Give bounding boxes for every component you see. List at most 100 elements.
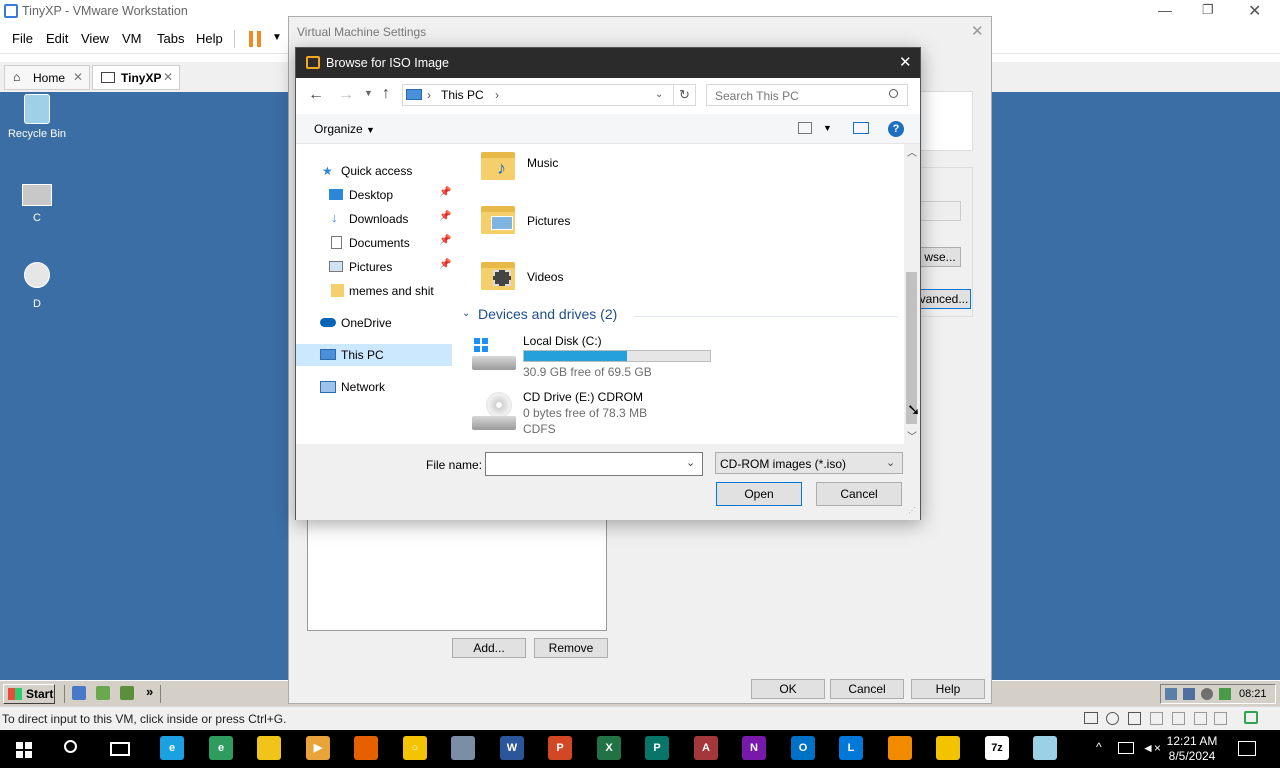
lync-icon[interactable]: L (839, 736, 863, 760)
iso-path-select[interactable] (919, 201, 961, 221)
folder-item-music[interactable]: ♪ Music (481, 144, 781, 184)
task-view-icon[interactable] (110, 742, 130, 756)
tray-vm-icon[interactable] (1165, 688, 1177, 700)
status-display-icon[interactable] (1214, 712, 1227, 725)
desktop-icon-c[interactable]: C (2, 184, 72, 224)
nav-desktop[interactable]: Desktop 📌 (296, 184, 452, 206)
nav-documents[interactable]: Documents 📌 (296, 232, 452, 254)
start-button[interactable]: Start (3, 684, 55, 704)
address-dropdown-icon[interactable]: ⌄ (655, 89, 663, 100)
onenote-icon[interactable]: N (742, 736, 766, 760)
vm-settings-close-button[interactable]: ✕ (971, 22, 984, 40)
recent-locations-icon[interactable]: ▼ (364, 88, 373, 98)
nav-onedrive[interactable]: OneDrive (296, 312, 452, 334)
clock[interactable]: 12:21 AM 8/5/2024 (1162, 734, 1222, 764)
status-message-icon[interactable] (1244, 711, 1258, 724)
pause-icon[interactable] (249, 31, 262, 47)
scroll-up-icon[interactable]: ︿ (907, 144, 917, 159)
nav-network[interactable]: Network (296, 376, 452, 398)
desktop-icon-d[interactable]: D (2, 262, 72, 310)
windows-start-icon[interactable] (16, 742, 32, 758)
menu-vm[interactable]: VM (122, 31, 142, 46)
folder-item-pictures[interactable]: Pictures (481, 198, 781, 238)
search-field[interactable]: Search This PC (706, 84, 908, 106)
tray-network-icon[interactable] (1183, 688, 1195, 700)
add-hardware-button[interactable]: Add... (452, 638, 526, 658)
quicklaunch-tool-icon[interactable] (120, 686, 134, 700)
restore-button[interactable]: ❐ (1202, 2, 1214, 18)
tray-volume-icon[interactable] (1201, 688, 1213, 700)
publisher-icon[interactable]: P (645, 736, 669, 760)
quicklaunch-app-icon[interactable] (96, 686, 110, 700)
firefox-icon[interactable] (354, 736, 378, 760)
pin-icon[interactable]: 📌 (439, 235, 451, 246)
hardware-list[interactable] (307, 517, 607, 631)
remove-hardware-button[interactable]: Remove (534, 638, 608, 658)
excel-icon[interactable]: X (597, 736, 621, 760)
up-arrow-icon[interactable]: ↑ (382, 85, 390, 103)
file-type-filter[interactable]: CD-ROM images (*.iso) ⌄ (715, 452, 903, 474)
menu-help[interactable]: Help (196, 31, 223, 46)
quicklaunch-ie-icon[interactable] (72, 686, 86, 700)
vmware-icon[interactable] (888, 736, 912, 760)
status-cd-icon[interactable] (1106, 712, 1119, 725)
network-icon[interactable] (1118, 742, 1134, 754)
refresh-icon[interactable]: ↻ (674, 84, 696, 106)
pin-icon[interactable]: 📌 (439, 211, 451, 222)
folder-item-videos[interactable]: Videos (481, 254, 781, 294)
search-icon[interactable] (64, 740, 77, 753)
browse-button[interactable]: wse... (919, 247, 961, 267)
organize-button[interactable]: Organize ▼ (314, 122, 375, 136)
menu-view[interactable]: View (81, 31, 109, 46)
open-button[interactable]: Open (716, 482, 802, 506)
ok-button[interactable]: OK (751, 679, 825, 699)
edge-canary-icon[interactable]: e (209, 736, 233, 760)
power-dropdown-icon[interactable]: ▼ (272, 32, 282, 43)
7zip-icon[interactable]: 7z (985, 736, 1009, 760)
scroll-down-icon[interactable]: ﹀ (907, 428, 917, 443)
drive-item-c[interactable]: Local Disk (C:) 30.9 GB free of 69.5 GB (472, 334, 722, 379)
breadcrumb[interactable]: This PC (441, 88, 484, 102)
file-name-input[interactable] (486, 453, 682, 475)
file-explorer-icon[interactable] (257, 736, 281, 760)
close-tab-icon[interactable]: ✕ (163, 70, 173, 84)
pin-icon[interactable]: 📌 (439, 259, 451, 270)
close-window-button[interactable]: ✕ (1248, 1, 1261, 21)
vmware-player-icon[interactable] (936, 736, 960, 760)
menu-edit[interactable]: Edit (46, 31, 68, 46)
close-tab-icon[interactable]: ✕ (73, 70, 83, 84)
volume-muted-icon[interactable]: ◄× (1142, 741, 1161, 755)
status-printer-icon[interactable] (1150, 712, 1163, 725)
tray-security-icon[interactable] (1219, 688, 1231, 700)
nav-quick-access[interactable]: ★ Quick access (296, 160, 452, 182)
cancel-button[interactable]: Cancel (830, 679, 904, 699)
notification-icon[interactable] (1238, 741, 1256, 756)
photos-icon[interactable] (451, 736, 475, 760)
menu-tabs[interactable]: Tabs (157, 31, 184, 46)
advanced-button[interactable]: vanced... (917, 289, 971, 309)
nav-pictures[interactable]: Pictures 📌 (296, 256, 452, 278)
powerpoint-icon[interactable]: P (548, 736, 572, 760)
menu-file[interactable]: File (12, 31, 33, 46)
forward-arrow-icon[interactable]: → (338, 86, 354, 104)
desktop-icon-recycle-bin[interactable]: Recycle Bin (2, 94, 72, 140)
status-usb-icon[interactable] (1172, 712, 1185, 725)
vertical-scrollbar[interactable]: ︿ ﹀ (904, 144, 920, 444)
status-disk-icon[interactable] (1084, 712, 1098, 724)
show-hidden-icons-icon[interactable]: ^ (1096, 740, 1102, 754)
resize-grip-icon[interactable]: ⋰ (908, 506, 916, 515)
nav-this-pc[interactable]: This PC (296, 344, 452, 366)
status-network-icon[interactable] (1128, 712, 1141, 725)
cancel-browse-button[interactable]: Cancel (816, 482, 902, 506)
nav-memes-and-shit[interactable]: memes and shit (296, 280, 452, 302)
yellow-app-icon[interactable]: ○ (403, 736, 427, 760)
breadcrumb-separator-icon[interactable]: › (495, 88, 499, 102)
preview-pane-icon[interactable] (853, 122, 869, 134)
help-icon[interactable]: ? (888, 121, 904, 137)
devices-group-header[interactable]: ⌄ Devices and drives (2) (462, 306, 900, 326)
tab-tinyxp[interactable]: TinyXP ✕ (92, 65, 180, 90)
word-icon[interactable]: W (500, 736, 524, 760)
nav-downloads[interactable]: ↓ Downloads 📌 (296, 208, 452, 230)
tab-home[interactable]: ⌂ Home ✕ (4, 65, 90, 90)
outlook-icon[interactable]: O (791, 736, 815, 760)
